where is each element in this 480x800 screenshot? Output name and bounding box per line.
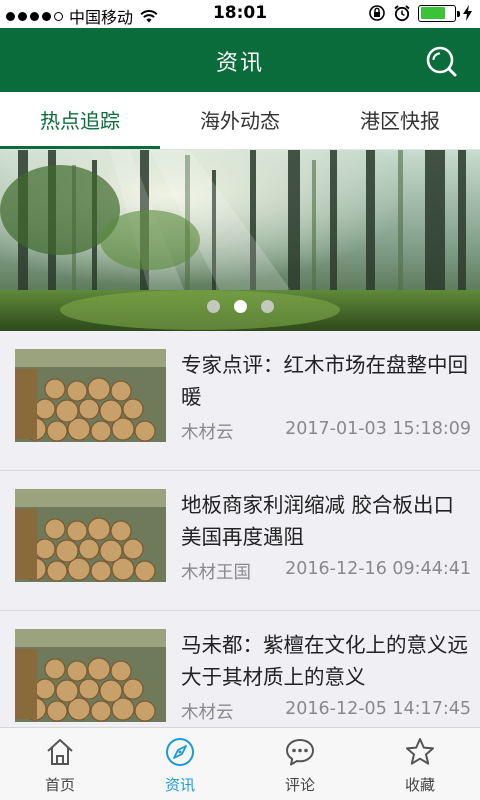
charging-icon bbox=[463, 5, 472, 21]
banner-dot-1[interactable] bbox=[206, 300, 220, 313]
news-title: 马未都：紫檀在文化上的意义远大于其材质上的意义 bbox=[181, 633, 468, 689]
news-item[interactable]: 地板商家利润缩减 胶合板出口美国再度遇阻 木材王国 2016-12-16 09:… bbox=[0, 471, 480, 611]
compass-icon bbox=[166, 738, 194, 766]
tabbar-label: 收藏 bbox=[404, 776, 435, 794]
bottom-tab-bar: 首页 资讯 评论 收藏 bbox=[0, 727, 480, 800]
log-pile-image bbox=[15, 489, 166, 582]
battery-level bbox=[420, 7, 446, 19]
star-icon bbox=[406, 738, 434, 765]
news-datetime: 2017-01-03 15:18:09 bbox=[285, 419, 471, 439]
tab-overseas-news[interactable]: 海外动态 bbox=[160, 92, 320, 149]
search-icon[interactable] bbox=[424, 44, 458, 78]
banner-carousel[interactable] bbox=[0, 150, 480, 331]
battery-icon bbox=[418, 4, 460, 22]
tabbar-comments[interactable]: 评论 bbox=[240, 728, 360, 800]
news-meta: 木材王国 2016-12-16 09:44:41 bbox=[181, 559, 471, 584]
tabbar-label: 首页 bbox=[44, 776, 75, 794]
category-tabs: 热点追踪 海外动态 港区快报 bbox=[0, 92, 480, 150]
nav-header: 资讯 bbox=[0, 28, 480, 92]
news-meta: 木材云 2016-12-05 14:17:45 bbox=[181, 699, 471, 724]
news-source: 木材王国 bbox=[181, 563, 251, 583]
log-pile-image bbox=[15, 629, 166, 722]
status-right bbox=[368, 4, 472, 22]
banner-dot-3[interactable] bbox=[260, 300, 274, 313]
news-datetime: 2016-12-16 09:44:41 bbox=[285, 559, 471, 579]
rotation-lock-icon bbox=[369, 5, 385, 21]
tabbar-label: 资讯 bbox=[164, 776, 195, 794]
chat-bubble-icon bbox=[286, 739, 314, 766]
news-item[interactable]: 马未都：紫檀在文化上的意义远大于其材质上的意义 木材云 2016-12-05 1… bbox=[0, 611, 480, 727]
news-list: 专家点评：红木市场在盘整中回暖 木材云 2017-01-03 15:18:09 … bbox=[0, 331, 480, 727]
news-source: 木材云 bbox=[181, 703, 234, 723]
page-title: 资讯 bbox=[215, 51, 264, 76]
tab-hot-tracking[interactable]: 热点追踪 bbox=[0, 92, 160, 149]
home-icon bbox=[47, 739, 73, 765]
status-bar: 中国移动 18:01 bbox=[0, 0, 480, 28]
news-meta: 木材云 2017-01-03 15:18:09 bbox=[181, 419, 471, 444]
tabbar-label: 评论 bbox=[284, 776, 315, 794]
tab-port-bulletin[interactable]: 港区快报 bbox=[320, 92, 480, 149]
news-source: 木材云 bbox=[181, 423, 234, 443]
news-datetime: 2016-12-05 14:17:45 bbox=[285, 699, 471, 719]
log-pile-image bbox=[15, 349, 166, 442]
tabbar-news[interactable]: 资讯 bbox=[120, 728, 240, 800]
news-title: 地板商家利润缩减 胶合板出口美国再度遇阻 bbox=[181, 493, 455, 549]
tabbar-home[interactable]: 首页 bbox=[0, 728, 120, 800]
news-title: 专家点评：红木市场在盘整中回暖 bbox=[181, 353, 468, 409]
tabbar-favorites[interactable]: 收藏 bbox=[360, 728, 480, 800]
alarm-icon bbox=[394, 5, 410, 22]
banner-dot-2[interactable] bbox=[233, 300, 247, 313]
banner-pagination bbox=[0, 300, 480, 313]
news-item[interactable]: 专家点评：红木市场在盘整中回暖 木材云 2017-01-03 15:18:09 bbox=[0, 331, 480, 471]
